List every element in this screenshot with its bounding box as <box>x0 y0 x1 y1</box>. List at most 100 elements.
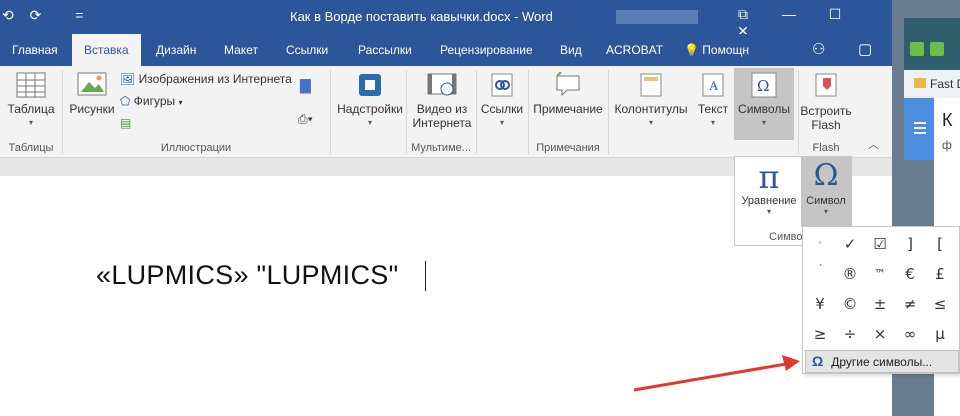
symbol-cell[interactable]: ◦ <box>805 229 835 259</box>
tab-layout[interactable]: Макет <box>224 34 258 66</box>
symbol-cell[interactable]: ™ <box>865 259 895 289</box>
symbol-cell[interactable]: ] <box>895 229 925 259</box>
symbol-cell[interactable]: ☑ <box>865 229 895 259</box>
chart-icon[interactable]: ▇ <box>300 78 311 92</box>
link-icon <box>491 73 513 97</box>
tab-review[interactable]: Рецензирование <box>440 34 533 66</box>
annotation-arrow <box>633 355 800 392</box>
embed-flash-button[interactable]: Встроить Flash <box>800 72 852 132</box>
header-footer-button[interactable]: Колонтитулы ▾ <box>612 72 690 130</box>
text-button[interactable]: A Текст ▾ <box>694 72 732 130</box>
tab-acrobat[interactable]: ACROBAT <box>606 34 663 66</box>
folder-icon <box>914 78 926 88</box>
tab-tell-me[interactable]: 💡 Помощн <box>684 34 749 66</box>
redo-icon[interactable]: ⟳ <box>30 7 42 24</box>
divider <box>798 70 799 154</box>
window-title: Как в Ворде поставить кавычки.docx - Wor… <box>290 9 553 24</box>
pictures-button[interactable]: Рисунки <box>66 72 118 116</box>
page-subtext: ф <box>942 138 952 152</box>
symbol-cell[interactable]: ∞ <box>895 319 925 349</box>
collapse-ribbon-icon[interactable]: ︿ <box>868 138 879 152</box>
maximize-button[interactable]: ☐ <box>812 6 858 23</box>
equation-button[interactable]: π Уравнение ▾ <box>737 159 801 216</box>
symbols-button[interactable]: Ω Символы ▾ <box>734 68 794 140</box>
shapes-button[interactable]: ⬠ Фигуры ▾ <box>120 94 183 110</box>
tell-me-label: Помощн <box>702 43 750 57</box>
symbol-cell[interactable]: [ <box>925 229 955 259</box>
tab-references[interactable]: Ссылки <box>286 34 328 66</box>
group-tables: Таблицы <box>8 142 54 154</box>
symbol-cell[interactable]: € <box>895 259 925 289</box>
symbol-cell[interactable]: © <box>835 289 865 319</box>
flash-label-line1: Встроить <box>800 104 852 118</box>
bookmark-bar[interactable]: Fast Dia <box>904 70 960 98</box>
ribbon-tabs: Главная Вставка Дизайн Макет Ссылки Расс… <box>0 34 892 66</box>
bookmark-label: Fast Dia <box>930 77 960 91</box>
divider <box>528 70 529 154</box>
group-comments: Примечания <box>536 142 600 154</box>
hamburger-icon <box>914 122 926 124</box>
symbol-button[interactable]: Ω Символ ▾ <box>801 157 851 227</box>
symbol-cell[interactable]: × <box>865 319 895 349</box>
online-images-label: Изображения из Интернета <box>138 72 292 86</box>
screenshot-icon[interactable]: ⎙▾ <box>298 112 313 126</box>
tab-view[interactable]: Вид <box>560 34 582 66</box>
symbol-cell[interactable]: £ <box>925 259 955 289</box>
symbol-cell[interactable]: ≤ <box>925 289 955 319</box>
chevron-down-icon: ▾ <box>766 207 771 216</box>
document-text[interactable]: «LUPMICS» "LUPMICS" <box>96 260 398 291</box>
comment-button[interactable]: Примечание <box>530 72 606 116</box>
symbol-cell[interactable]: ´ <box>805 259 835 289</box>
table-button[interactable]: Таблица ▾ <box>4 72 58 130</box>
ribbon-display-icon[interactable]: ⧉ <box>720 6 766 23</box>
online-images-button[interactable]: 🖼 Изображения из Интернета <box>120 72 292 86</box>
addins-button[interactable]: Надстройки ▾ <box>334 72 406 130</box>
symbol-cell[interactable]: ® <box>835 259 865 289</box>
symbol-cell[interactable]: ÷ <box>835 319 865 349</box>
chevron-down-icon: ▾ <box>367 118 372 127</box>
symbol-cell[interactable]: µ <box>925 319 955 349</box>
minimize-button[interactable]: — <box>766 6 812 22</box>
addins-label: Надстройки <box>337 102 403 116</box>
ribbon: Таблица ▾ Таблицы Рисунки 🖼 Изображения и… <box>0 66 892 158</box>
pi-icon: π <box>758 158 780 196</box>
tab-insert[interactable]: Вставка <box>72 34 141 66</box>
share-icon[interactable]: ⚇ <box>812 34 825 66</box>
more-symbols-button[interactable]: Ω Другие символы... <box>805 350 959 373</box>
video-label-line2: Интернета <box>412 116 472 130</box>
group-flash: Flash <box>812 142 840 154</box>
menu-panel[interactable] <box>904 98 934 160</box>
customize-qat-icon[interactable]: = <box>75 7 83 23</box>
shapes-label: Фигуры <box>133 94 176 108</box>
group-illustrations: Иллюстрации <box>160 142 232 154</box>
symbol-label: Символ <box>806 195 846 207</box>
symbol-cell[interactable]: ± <box>865 289 895 319</box>
symbols-label: Символы <box>738 102 790 116</box>
divider <box>476 70 477 154</box>
tab-mailings[interactable]: Рассылки <box>358 34 412 66</box>
links-label: Ссылки <box>480 102 524 116</box>
video-icon <box>427 73 457 96</box>
divider <box>330 70 331 154</box>
comment-icon <box>556 72 580 97</box>
tab-home[interactable]: Главная <box>12 34 58 66</box>
symbol-cell[interactable]: ¥ <box>805 289 835 319</box>
hamburger-icon-line <box>914 132 926 134</box>
online-video-button[interactable]: Видео из Интернета <box>408 72 476 130</box>
undo-icon[interactable]: ⟲ <box>2 7 14 24</box>
table-label: Таблица <box>7 102 55 116</box>
back-icon[interactable] <box>910 42 924 56</box>
lightbulb-icon: 💡 <box>684 43 699 57</box>
forward-icon[interactable] <box>930 42 944 56</box>
chevron-down-icon: ▾ <box>499 118 504 127</box>
tab-design[interactable]: Дизайн <box>156 34 196 66</box>
pictures-label: Рисунки <box>69 102 115 116</box>
symbol-cell[interactable]: ≠ <box>895 289 925 319</box>
smartart-icon[interactable]: ▤ <box>120 116 131 130</box>
links-button[interactable]: Ссылки ▾ <box>478 72 526 130</box>
shapes-icon: ⬠ <box>120 94 131 108</box>
symbol-cell[interactable]: ✓ <box>835 229 865 259</box>
symbol-gallery: ◦ ✓ ☑ ] [ ´ ® ™ € £ ¥ © ± ≠ ≤ ≥ ÷ × ∞ µ … <box>802 226 960 374</box>
comments-icon[interactable]: ▢ <box>858 34 872 66</box>
chevron-down-icon: ▾ <box>710 118 715 127</box>
